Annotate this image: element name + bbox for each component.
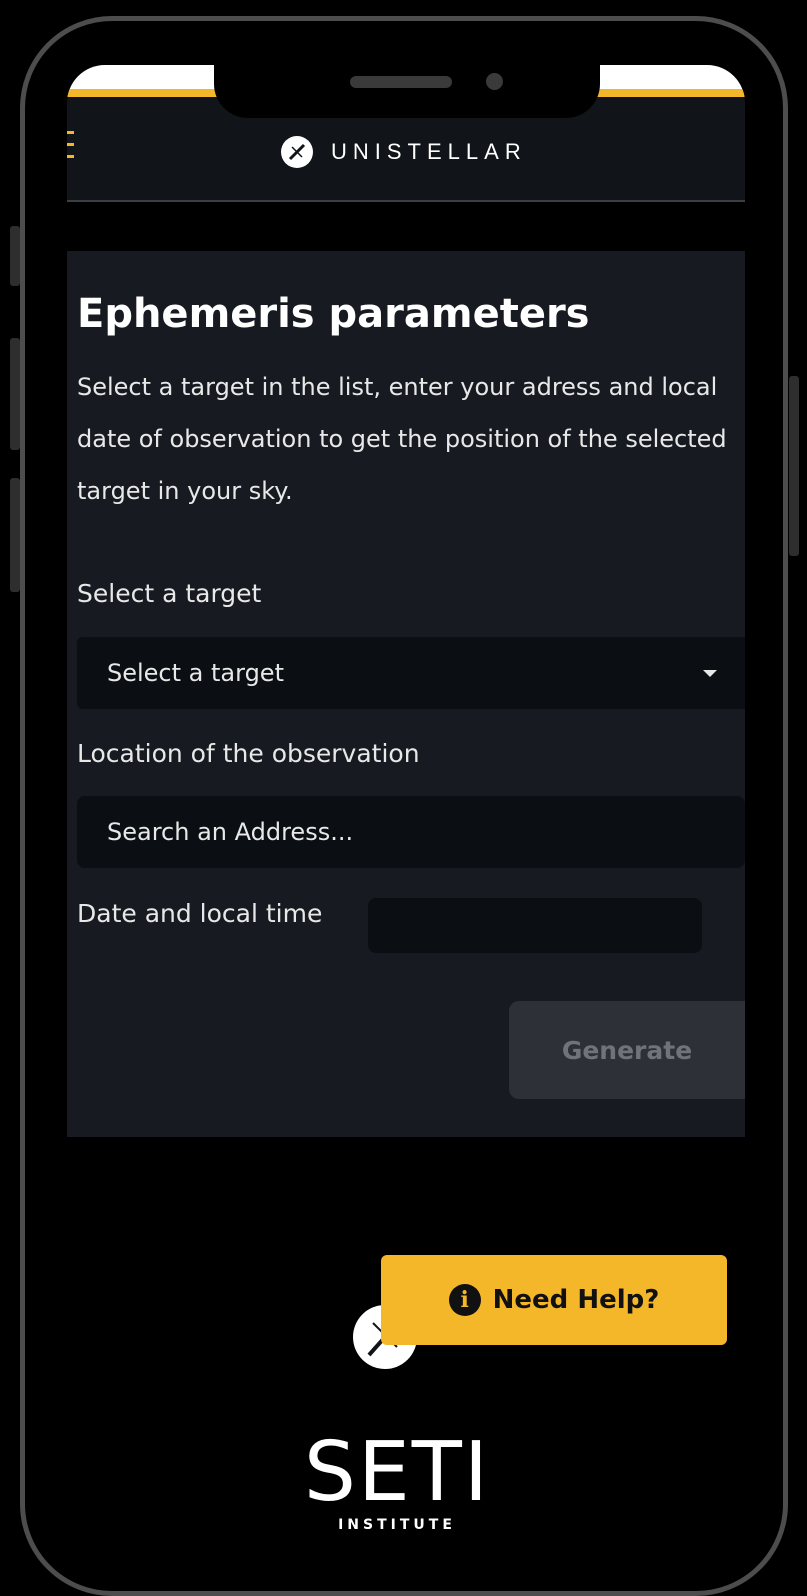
ephemeris-form-panel: Ephemeris parameters Select a target in … bbox=[67, 251, 745, 1137]
unistellar-logo-icon bbox=[281, 136, 313, 168]
camera-icon bbox=[486, 73, 503, 90]
target-label: Select a target bbox=[77, 579, 262, 608]
date-label: Date and local time bbox=[77, 899, 323, 928]
seti-wordmark: SETI bbox=[303, 1425, 491, 1520]
phone-volume-up-button bbox=[10, 338, 20, 450]
phone-power-button bbox=[789, 376, 799, 556]
caret-down-icon bbox=[703, 670, 717, 677]
phone-side-button bbox=[10, 226, 20, 286]
info-icon: i bbox=[448, 1284, 481, 1316]
phone-volume-down-button bbox=[10, 478, 20, 592]
seti-institute-logo: SETI INSTITUTE bbox=[297, 1425, 497, 1534]
phone-screen: UNISTELLAR Ephemeris parameters Select a… bbox=[67, 65, 745, 1569]
target-select-value: Select a target bbox=[107, 659, 284, 687]
date-time-input[interactable] bbox=[368, 898, 702, 953]
target-select[interactable]: Select a target bbox=[77, 637, 745, 709]
form-description: Select a target in the list, enter your … bbox=[77, 373, 727, 505]
generate-button[interactable]: Generate bbox=[509, 1001, 745, 1099]
device-frame: UNISTELLAR Ephemeris parameters Select a… bbox=[0, 0, 807, 1596]
need-help-label: Need Help? bbox=[492, 1285, 660, 1315]
notch-speaker bbox=[350, 76, 452, 88]
brand-link[interactable]: UNISTELLAR bbox=[281, 135, 527, 169]
need-help-button[interactable]: i Need Help? bbox=[381, 1255, 727, 1345]
brand-name: UNISTELLAR bbox=[331, 139, 527, 164]
address-search-input[interactable] bbox=[77, 796, 745, 868]
hamburger-menu-icon[interactable] bbox=[67, 131, 74, 159]
page-title: Ephemeris parameters bbox=[77, 291, 590, 337]
location-label: Location of the observation bbox=[77, 739, 420, 768]
phone-notch bbox=[214, 56, 600, 118]
